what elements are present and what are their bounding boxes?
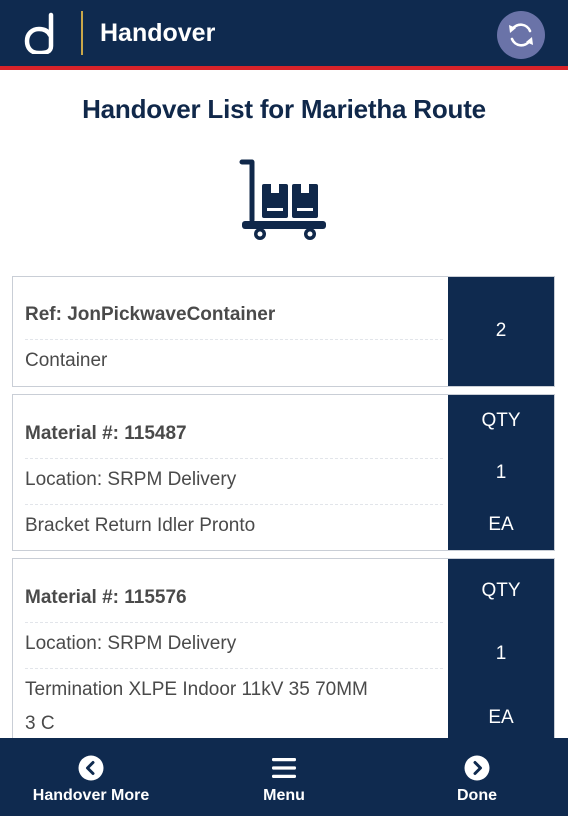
menu-icon bbox=[272, 758, 296, 778]
quantity-value: 1 bbox=[495, 462, 507, 483]
quantity-panel: QTY 1 EA bbox=[448, 395, 554, 550]
app-header: Handover bbox=[0, 0, 568, 66]
chevron-right-circle-icon bbox=[464, 755, 490, 781]
done-label: Done bbox=[457, 787, 497, 804]
sync-button[interactable] bbox=[497, 11, 545, 59]
handover-more-label: Handover More bbox=[32, 787, 150, 804]
done-button[interactable]: Done bbox=[437, 738, 517, 816]
row-divider bbox=[25, 668, 443, 669]
handover-more-button[interactable]: Handover More bbox=[20, 738, 162, 816]
unit-of-measure: EA bbox=[488, 707, 514, 728]
handover-card-material[interactable]: Material #: 115576 Location: SRPM Delive… bbox=[12, 558, 555, 758]
location: Location: SRPM Delivery bbox=[25, 469, 237, 490]
row-divider bbox=[25, 458, 443, 459]
menu-label: Menu bbox=[263, 787, 305, 804]
material-description: Bracket Return Idler Pronto bbox=[25, 515, 256, 536]
quantity-label: QTY bbox=[481, 410, 521, 431]
card-details: Material #: 115576 Location: SRPM Delive… bbox=[13, 559, 449, 757]
menu-button[interactable]: Menu bbox=[244, 738, 324, 816]
handover-card-container[interactable]: Ref: JonPickwaveContainer Container 2 bbox=[12, 276, 555, 387]
sync-icon bbox=[509, 23, 533, 47]
bottom-nav: Handover More Menu Done bbox=[0, 738, 568, 816]
material-number: Material #: 115576 bbox=[25, 587, 187, 608]
location: Location: SRPM Delivery bbox=[25, 633, 237, 654]
page-title: Handover List for Marietha Route bbox=[82, 94, 486, 124]
quantity-panel: 2 bbox=[448, 277, 554, 386]
quantity-value: 2 bbox=[495, 320, 507, 341]
material-description: Termination XLPE Indoor 11kV 35 70MM bbox=[25, 679, 368, 700]
material-number: Material #: 115487 bbox=[25, 423, 187, 444]
app-logo bbox=[24, 12, 54, 54]
quantity-value: 1 bbox=[495, 643, 507, 664]
reference-label: Ref: JonPickwaveContainer bbox=[25, 304, 276, 325]
header-accent-stripe bbox=[0, 66, 568, 70]
header-title: Handover bbox=[100, 19, 216, 47]
item-type: Container bbox=[25, 350, 108, 371]
row-divider bbox=[25, 622, 443, 623]
unit-of-measure: EA bbox=[488, 514, 514, 535]
cart-icon bbox=[239, 159, 326, 240]
quantity-panel: QTY 1 EA bbox=[448, 559, 554, 757]
row-divider bbox=[25, 339, 443, 340]
logo-divider bbox=[81, 11, 83, 55]
card-details: Ref: JonPickwaveContainer Container bbox=[13, 277, 449, 386]
handover-card-material[interactable]: Material #: 115487 Location: SRPM Delive… bbox=[12, 394, 555, 551]
material-description-continued: 3 C bbox=[25, 713, 55, 734]
row-divider bbox=[25, 504, 443, 505]
quantity-label: QTY bbox=[481, 580, 521, 601]
card-details: Material #: 115487 Location: SRPM Delive… bbox=[13, 395, 449, 550]
chevron-left-circle-icon bbox=[78, 755, 104, 781]
